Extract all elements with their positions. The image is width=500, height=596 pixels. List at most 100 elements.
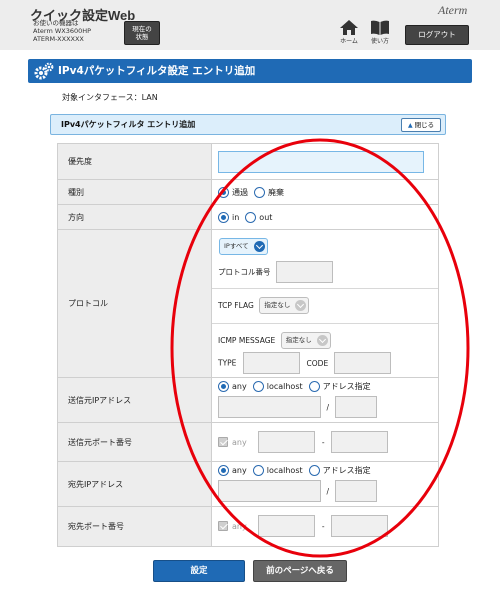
- aterm-logo: Aterm: [438, 3, 468, 17]
- row-src-port: 送信元ポート番号 any -: [57, 422, 439, 462]
- src-port-any-label: any: [232, 437, 247, 447]
- header-bar: クイック設定Web お使いの機器は Aterm WX3600HP ATERM-X…: [0, 0, 500, 50]
- src-ip-localhost-radio[interactable]: [252, 381, 264, 392]
- protocol-select[interactable]: IPすべて: [219, 238, 268, 255]
- direction-out-label: out: [259, 212, 273, 222]
- src-ip-cell: any localhost アドレス指定 /: [211, 377, 439, 423]
- icmp-code-input[interactable]: [333, 352, 391, 374]
- dst-port-cell: any -: [211, 506, 439, 547]
- dst-ip-slash: /: [326, 486, 330, 496]
- dst-ip-any-label: any: [232, 466, 247, 475]
- protocol-cell: IPすべて プロトコル番号 TCP FLAG 指定なし ICMP MESSAGE…: [211, 229, 439, 378]
- row-src-ip: 送信元IPアドレス any localhost アドレス指定 /: [57, 377, 439, 423]
- src-ip-slash: /: [326, 402, 330, 412]
- entry-form-table: 優先度 種別 通過 廃棄 方向 in out プロトコル IPすべて プロトコル番号: [57, 143, 439, 547]
- help-label: 使い方: [370, 38, 389, 45]
- row-protocol: プロトコル IPすべて プロトコル番号 TCP FLAG 指定なし ICMP M…: [57, 229, 439, 378]
- src-ip-address-input[interactable]: [218, 396, 321, 418]
- type-discard-radio[interactable]: [254, 186, 265, 198]
- protocol-select-value: IPすべて: [224, 242, 249, 250]
- chevron-down-icon: [316, 335, 328, 346]
- dst-ip-localhost-radio[interactable]: [252, 465, 264, 476]
- icmp-message-value: 指定なし: [285, 336, 312, 344]
- row-dst-port: 宛先ポート番号 any -: [57, 506, 439, 547]
- dst-port-any-label: any: [232, 521, 247, 531]
- device-name: ATERM-XXXXXX: [33, 35, 84, 44]
- dst-port-end-input[interactable]: [331, 515, 389, 537]
- close-label: 閉じる: [414, 121, 435, 129]
- icmp-message-select[interactable]: 指定なし: [280, 332, 331, 349]
- src-ip-localhost-label: localhost: [266, 382, 303, 391]
- dst-ip-mask-input[interactable]: [334, 480, 377, 502]
- device-model: Aterm WX3600HP: [33, 27, 92, 36]
- src-ip-any-label: any: [232, 382, 247, 391]
- tcp-flag-label: TCP FLAG: [218, 301, 254, 310]
- src-port-any-checkbox[interactable]: [218, 437, 228, 447]
- src-port-end-input[interactable]: [331, 431, 389, 453]
- protocol-divider-2: [212, 323, 438, 324]
- src-port-label: 送信元ポート番号: [57, 422, 212, 462]
- target-interface: 対象インタフェース：LAN: [62, 93, 158, 102]
- direction-out-radio[interactable]: [245, 211, 257, 223]
- protocol-number-label: プロトコル番号: [218, 267, 271, 277]
- dst-port-label: 宛先ポート番号: [57, 506, 212, 547]
- dst-ip-label: 宛先IPアドレス: [57, 461, 212, 507]
- page-title: IPv4パケットフィルタ設定 エントリ追加: [28, 59, 472, 83]
- protocol-label: プロトコル: [57, 229, 212, 378]
- icmp-message-label: ICMP MESSAGE: [218, 336, 276, 345]
- chevron-down-icon: [253, 241, 265, 252]
- priority-cell: [211, 143, 439, 180]
- chevron-up-icon: ▲: [407, 122, 413, 129]
- dst-port-start-input[interactable]: [258, 515, 316, 537]
- tcp-flag-value: 指定なし: [264, 301, 291, 309]
- dst-ip-cell: any localhost アドレス指定 /: [211, 461, 439, 507]
- type-label: 種別: [57, 179, 212, 205]
- direction-label: 方向: [57, 204, 212, 230]
- device-info: お使いの機器は Aterm WX3600HP ATERM-XXXXXX: [33, 19, 91, 44]
- submit-button[interactable]: 設定: [153, 560, 245, 582]
- home-icon: [340, 20, 358, 35]
- row-priority: 優先度: [57, 143, 439, 180]
- direction-in-radio[interactable]: [218, 211, 229, 223]
- icmp-type-input[interactable]: [242, 352, 300, 374]
- row-dst-ip: 宛先IPアドレス any localhost アドレス指定 /: [57, 461, 439, 507]
- priority-input[interactable]: [218, 150, 424, 173]
- type-cell: 通過 廃棄: [211, 179, 439, 205]
- row-direction: 方向 in out: [57, 204, 439, 230]
- help-button[interactable]: 使い方: [367, 20, 393, 48]
- section-title: IPv4パケットフィルタ エントリ追加: [61, 120, 196, 129]
- src-port-cell: any -: [211, 422, 439, 462]
- priority-label: 優先度: [57, 143, 212, 180]
- gear-icon: [34, 62, 54, 80]
- dst-port-any-checkbox[interactable]: [218, 521, 228, 531]
- back-button[interactable]: 前のページへ戻る: [253, 560, 347, 582]
- src-ip-label: 送信元IPアドレス: [57, 377, 212, 423]
- src-ip-specify-radio[interactable]: [308, 381, 320, 392]
- section-header: IPv4パケットフィルタ エントリ追加 ▲ 閉じる: [50, 114, 446, 135]
- tcp-flag-select[interactable]: 指定なし: [259, 297, 310, 314]
- dst-ip-specify-radio[interactable]: [308, 465, 320, 476]
- icmp-code-label: CODE: [306, 358, 329, 368]
- home-label: ホーム: [340, 38, 358, 45]
- dst-ip-localhost-label: localhost: [266, 466, 303, 475]
- book-icon: [371, 20, 389, 35]
- dst-port-dash: -: [321, 521, 325, 531]
- src-ip-mask-input[interactable]: [334, 396, 377, 418]
- home-button[interactable]: ホーム: [336, 20, 362, 48]
- device-caption: お使いの機器は: [33, 19, 79, 27]
- protocol-number-input[interactable]: [276, 261, 334, 283]
- direction-cell: in out: [211, 204, 439, 230]
- dst-ip-specify-label: アドレス指定: [322, 466, 371, 475]
- logout-button[interactable]: ログアウト: [405, 25, 469, 45]
- src-ip-any-radio[interactable]: [218, 381, 229, 392]
- type-pass-radio[interactable]: [218, 186, 229, 198]
- protocol-divider: [212, 288, 438, 289]
- chevron-down-icon: [295, 300, 307, 311]
- current-status-button[interactable]: 現在の 状態: [124, 21, 160, 45]
- close-section-button[interactable]: ▲ 閉じる: [401, 118, 441, 132]
- row-type: 種別 通過 廃棄: [57, 179, 439, 205]
- direction-in-label: in: [232, 212, 240, 222]
- dst-ip-address-input[interactable]: [218, 480, 321, 502]
- dst-ip-any-radio[interactable]: [218, 465, 229, 476]
- src-port-start-input[interactable]: [258, 431, 316, 453]
